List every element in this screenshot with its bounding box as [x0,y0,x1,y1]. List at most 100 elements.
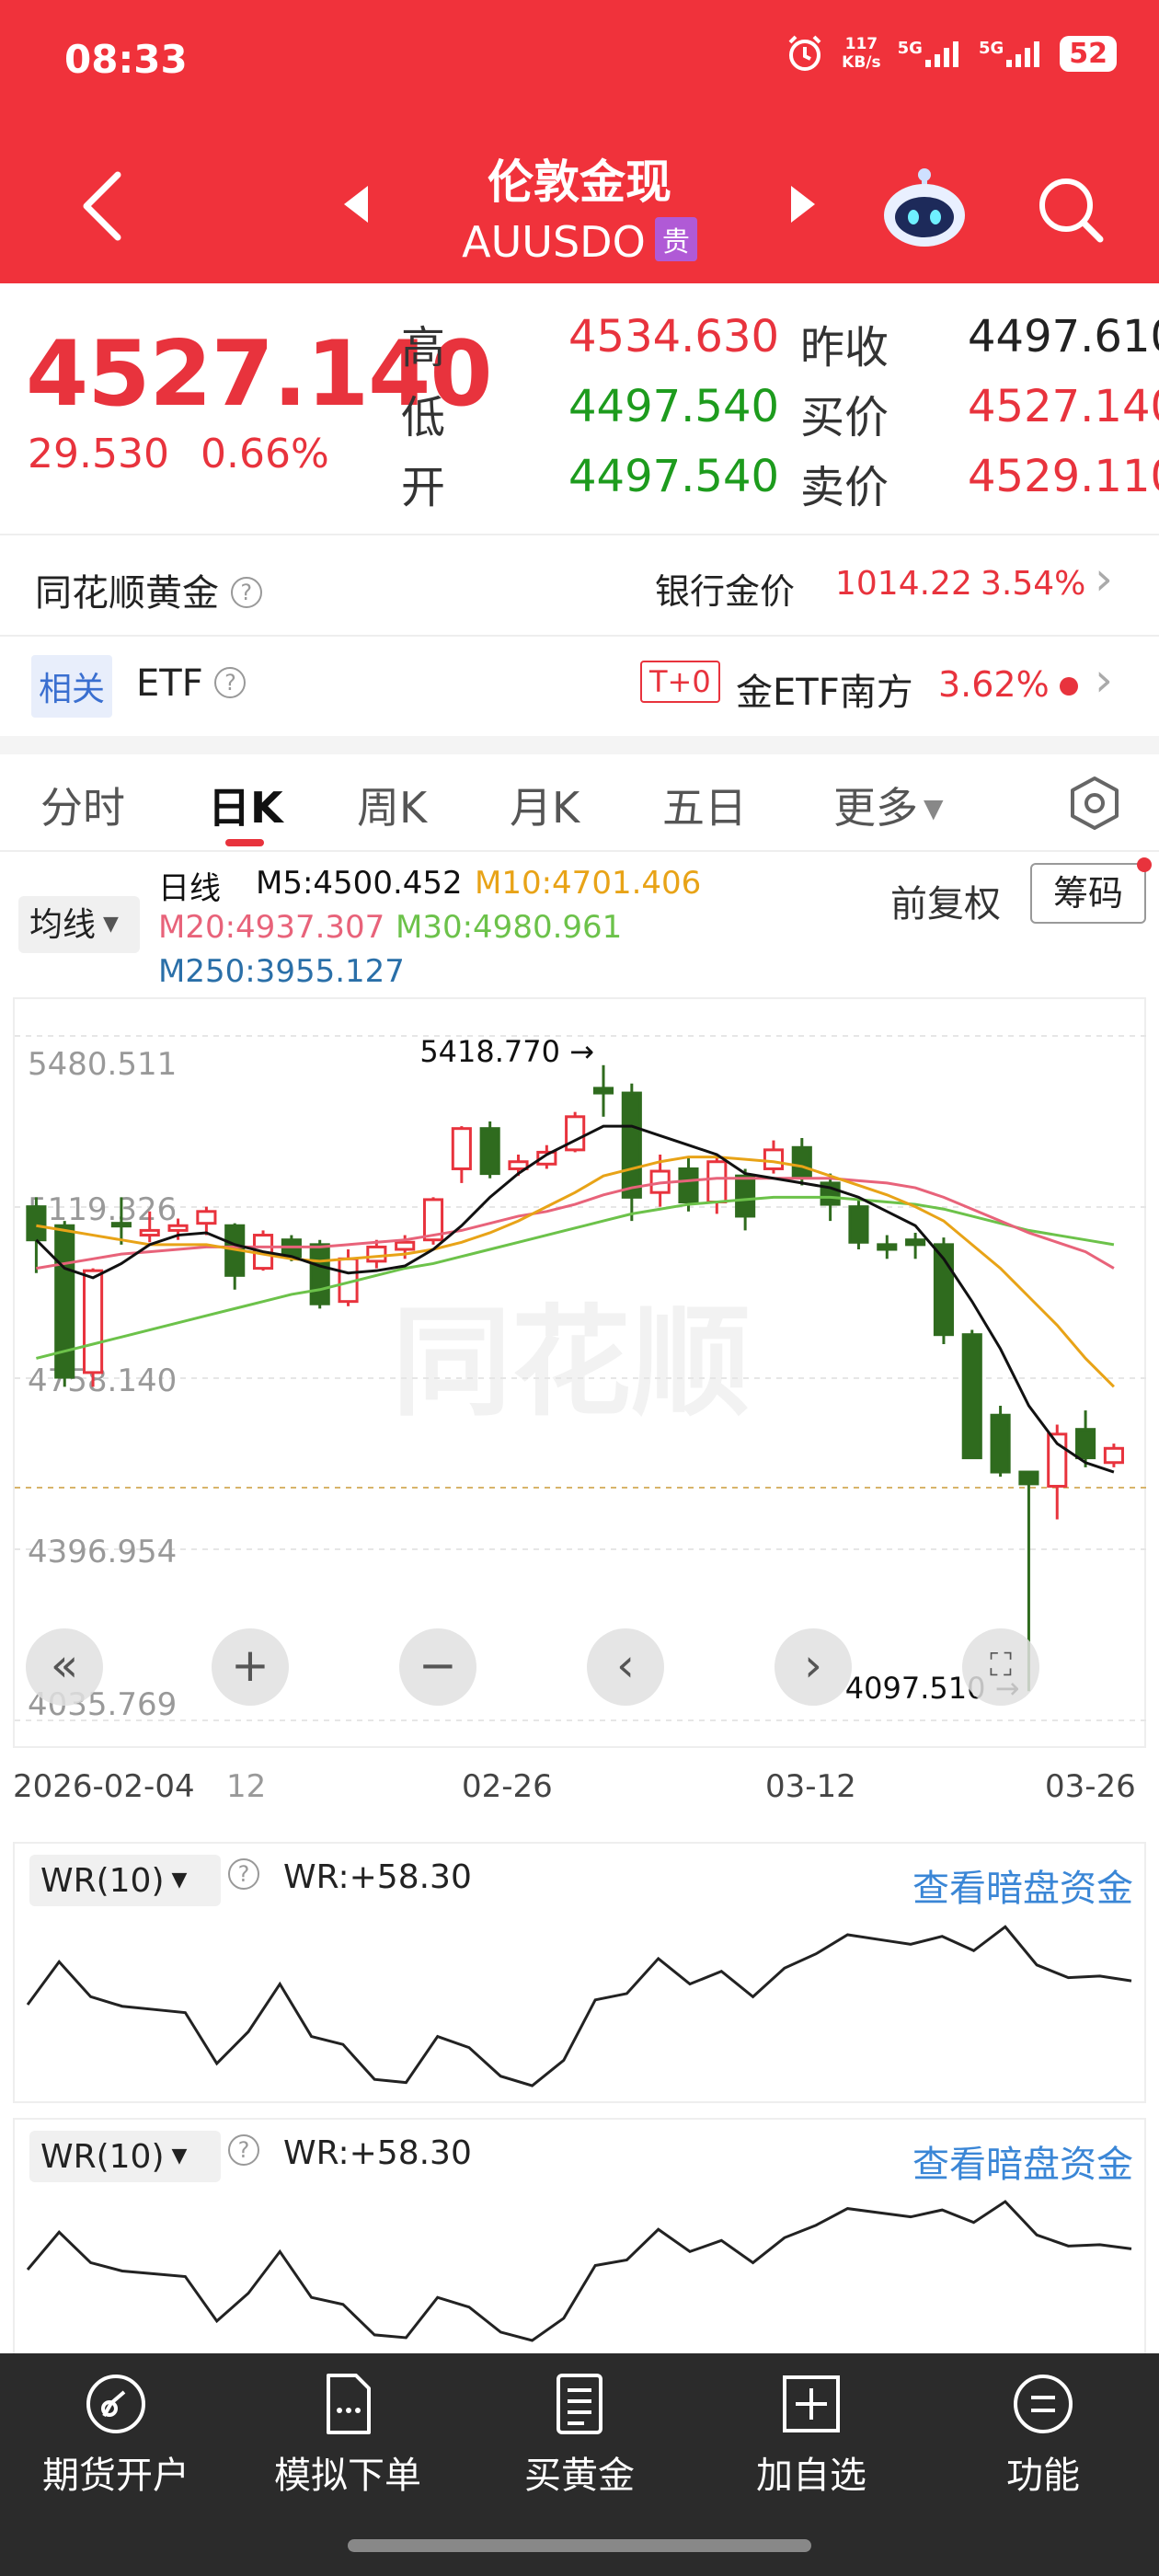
date-axis: 2026-02-04 12 02-26 03-12 03-26 [13,1748,1146,1805]
gold-row-label: 同花顺黄金 ? [35,563,262,616]
header: 08:33 117 KB/s 5G 5G 52 伦敦金现 AUUSDO 贵 [0,0,1159,283]
prev-close-label: 昨收 [800,322,889,374]
date-tick: 2026-02-04 [13,1768,195,1805]
wr-value: WR:+58.30 [283,2134,472,2172]
menu-icon [1014,2375,1073,2433]
high-value: 4534.630 [568,311,780,362]
bank-gold-label: 银行金价 [655,571,796,612]
simulated-order-icon [327,2374,371,2434]
wr-line-chart [26,2200,1132,2342]
y-axis-label: 5119.326 [28,1191,177,1228]
buy-gold-button[interactable]: 买黄金 [478,2372,681,2499]
buy-gold-icon [557,2374,602,2434]
chevron-right-icon: › [1095,653,1113,707]
candle-up [763,1148,785,1170]
date-tick: 03-26 [1045,1768,1136,1805]
low-label: 低 [401,392,446,443]
candle-up [1103,1446,1124,1465]
adjustment-mode[interactable]: 前复权 [890,874,1001,927]
bid-label: 买价 [800,392,889,443]
wr-panel-1[interactable]: WR(10) ▼ ? WR:+58.30 查看暗盘资金 [13,1842,1146,2103]
etf-name: 金ETF南方 [736,672,913,714]
dark-pool-link[interactable]: 查看暗盘资金 [912,1858,1133,1912]
tab-five-day[interactable]: 五日 [662,775,747,835]
more-functions-button[interactable]: 功能 [942,2372,1144,2499]
simulated-order-button[interactable]: 模拟下单 [247,2372,449,2499]
candle-down [1075,1428,1096,1460]
ma-select[interactable]: 均线 ▼ [18,896,140,953]
tab-weekly-k[interactable]: 周K [357,775,427,835]
candle-down [791,1145,812,1178]
zoom-in-button[interactable]: + [212,1628,289,1706]
etf-pct: 3.62% [938,664,1050,705]
collapse-left-icon[interactable]: « [26,1628,103,1706]
candle-down [309,1243,330,1305]
date-tick: 02-26 [462,1768,553,1805]
tab-more[interactable]: 更多 ▼ [833,775,944,835]
zoom-out-button[interactable]: − [399,1628,476,1706]
triangle-down-icon: ▼ [103,913,119,936]
open-value: 4497.540 [568,451,780,502]
candle-down [1018,1470,1039,1486]
settings-hexagon-icon[interactable] [1067,775,1122,832]
candle-down [990,1413,1011,1474]
add-watchlist-button[interactable]: 加自选 [710,2372,912,2499]
change-line: 29.530 0.66% [28,431,361,477]
wr-panel-2[interactable]: WR(10) ▼ ? WR:+58.30 查看暗盘资金 [13,2118,1146,2353]
next-instrument-icon[interactable] [787,184,819,224]
help-icon: ? [214,667,247,698]
candle-down [592,1087,614,1095]
fullscreen-icon[interactable]: ⛶ [962,1628,1039,1706]
ma250-legend: M250:3955.127 [158,953,405,990]
y-axis-label: 4396.954 [28,1534,177,1570]
candle-down [877,1243,898,1251]
bid-value: 4527.140 [968,381,1159,432]
robot-assistant-icon[interactable] [881,166,968,248]
price-change-pct: 0.66% [200,431,329,477]
instrument-code-line: AUUSDO 贵 [0,217,1159,267]
net-speed: 117 KB/s [842,35,881,72]
status-icons: 117 KB/s 5G 5G 52 [785,33,1117,74]
signal-bars-icon [924,41,958,67]
y-axis-label: 5480.511 [28,1046,177,1083]
search-icon[interactable] [1034,173,1107,247]
candle-down [26,1205,47,1242]
kline-chart-panel[interactable]: 同花顺 5480.511 5119.326 4758.140 4396.954 4035.… [13,997,1148,1748]
signal-1: 5G [898,40,962,67]
active-tab-underline [225,839,264,846]
scroll-left-button[interactable]: ‹ [587,1628,664,1706]
futures-account-button[interactable]: 期货开户 [15,2372,217,2499]
bank-gold-price: 1014.22 [835,565,972,603]
add-watchlist-icon [783,2375,840,2432]
alarm-icon [788,35,821,71]
etf-label: ETF ? [136,662,247,705]
candle-down [678,1167,699,1204]
candle-down [961,1333,982,1460]
dark-pool-link[interactable]: 查看暗盘资金 [912,2134,1133,2188]
candle-up [83,1269,104,1374]
related-tag: 相关 [31,655,113,718]
wr-indicator-select[interactable]: WR(10) ▼ [29,1855,221,1906]
etf-row[interactable]: 相关 ETF ? T+0 金ETF南方 3.62% › [0,635,1159,736]
help-icon: ? [230,577,262,608]
chip-distribution-button[interactable]: 筹码 [1030,863,1146,924]
ask-label: 卖价 [800,462,889,513]
tab-intraday[interactable]: 分时 [40,775,125,835]
candle-up [139,1228,160,1237]
scroll-right-button[interactable]: › [775,1628,852,1706]
candle-down [735,1174,756,1218]
tab-monthly-k[interactable]: 月K [510,775,580,835]
help-icon[interactable]: ? [228,2134,259,2166]
tab-daily-k[interactable]: 日K [208,775,283,835]
t0-tag: T+0 [640,661,720,703]
quote-panel: 4527.140 29.530 0.66% 高 4534.630 低 4497.5… [0,283,1159,534]
date-tick: 03-12 [765,1768,856,1805]
candle-up [395,1240,416,1251]
signal-bars-icon [1006,41,1040,67]
section-gap [0,736,1159,754]
help-icon[interactable]: ? [228,1858,259,1890]
home-indicator [348,2539,811,2552]
bank-gold-pct: 3.54% [981,565,1086,603]
wr-indicator-select[interactable]: WR(10) ▼ [29,2131,221,2182]
gold-row[interactable]: 同花顺黄金 ? 银行金价 1014.22 3.54% › [0,534,1159,635]
